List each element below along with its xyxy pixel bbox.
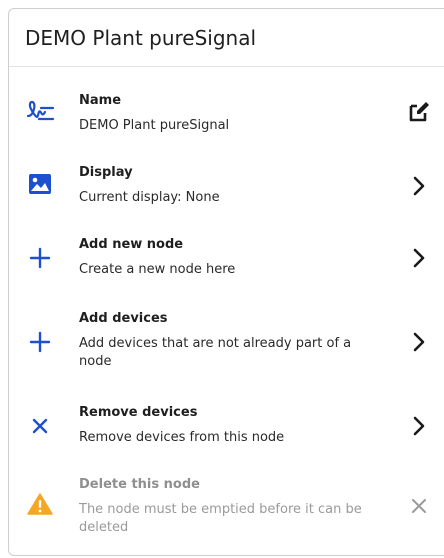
panel-header: DEMO Plant pureSignal [9, 9, 444, 67]
remove-devices-item[interactable]: Remove devices Remove devices from this … [9, 401, 444, 451]
edit-icon[interactable] [406, 99, 432, 125]
chevron-right-icon[interactable] [406, 245, 432, 271]
image-icon [25, 169, 55, 199]
display-item-title: Display [79, 165, 133, 180]
add-devices-item[interactable]: Add devices Add devices that are not alr… [9, 307, 444, 377]
plus-icon [25, 327, 55, 357]
chevron-right-icon[interactable] [406, 413, 432, 439]
display-item[interactable]: Display Current display: None [9, 161, 444, 211]
remove-devices-title: Remove devices [79, 405, 198, 420]
add-devices-title: Add devices [79, 311, 168, 326]
add-new-node-item[interactable]: Add new node Create a new node here [9, 233, 444, 283]
delete-node-title: Delete this node [79, 477, 200, 492]
warning-icon [25, 489, 55, 519]
close-icon [406, 493, 432, 519]
node-settings-panel: DEMO Plant pureSignal Name DEMO Plant pu… [8, 8, 444, 556]
name-item-title: Name [79, 93, 122, 108]
remove-devices-description: Remove devices from this node [79, 430, 285, 445]
delete-node-description: The node must be emptied before it can b… [79, 502, 362, 535]
plus-icon [25, 243, 55, 273]
add-new-node-title: Add new node [79, 237, 184, 252]
panel-title: DEMO Plant pureSignal [25, 25, 257, 50]
name-item[interactable]: Name DEMO Plant pureSignal [9, 89, 444, 139]
add-devices-description: Add devices that are not already part of… [79, 336, 352, 369]
chevron-right-icon[interactable] [406, 173, 432, 199]
display-item-value: Current display: None [79, 190, 220, 205]
close-icon [25, 411, 55, 441]
name-item-value: DEMO Plant pureSignal [79, 118, 230, 133]
signature-icon [25, 95, 55, 125]
chevron-right-icon[interactable] [406, 329, 432, 355]
delete-node-item: Delete this node The node must be emptie… [9, 473, 444, 543]
add-new-node-description: Create a new node here [79, 262, 236, 277]
